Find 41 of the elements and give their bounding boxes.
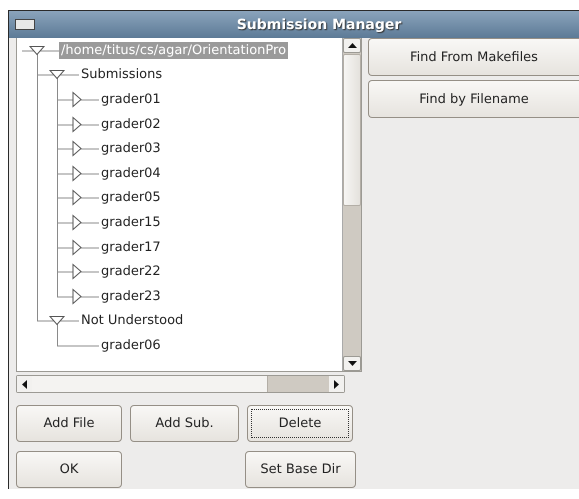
ok-button[interactable]: OK <box>16 451 122 488</box>
expander-icon[interactable] <box>28 46 46 56</box>
tree-item[interactable]: grader04 <box>99 164 163 182</box>
tree-item[interactable]: grader03 <box>99 140 163 158</box>
action-button[interactable]: Add File <box>16 405 122 442</box>
action-button[interactable]: Delete <box>247 405 353 442</box>
expander-icon[interactable] <box>72 116 82 132</box>
find-button[interactable]: Find by Filename <box>368 80 579 118</box>
expander-icon[interactable] <box>72 165 82 182</box>
expander-icon[interactable] <box>72 288 82 304</box>
tree-item[interactable]: grader06 <box>99 336 163 354</box>
expander-icon[interactable] <box>72 190 82 206</box>
find-button[interactable]: Find From Makefiles <box>368 38 579 76</box>
tree-item[interactable]: grader22 <box>99 263 163 280</box>
tree-item[interactable]: grader17 <box>99 238 163 256</box>
scroll-up-icon[interactable] <box>348 43 356 48</box>
expander-icon[interactable] <box>72 238 82 256</box>
window-menu-icon[interactable] <box>15 19 35 30</box>
scroll-right-icon[interactable] <box>334 380 339 388</box>
expander-icon[interactable] <box>72 140 82 157</box>
set-base-dir-button[interactable]: Set Base Dir <box>245 451 356 488</box>
expander-icon[interactable] <box>72 214 82 231</box>
scrollbar-thumb[interactable] <box>32 376 268 392</box>
tree-item[interactable]: grader05 <box>99 189 163 206</box>
expander-icon[interactable] <box>72 91 82 108</box>
tree-item[interactable]: grader01 <box>99 90 163 108</box>
tree-item[interactable]: grader15 <box>99 214 163 231</box>
tree-item[interactable]: grader23 <box>99 288 163 305</box>
action-button[interactable]: Add Sub. <box>130 405 239 442</box>
tree-item[interactable]: grader02 <box>99 116 163 133</box>
expander-icon[interactable] <box>48 316 66 326</box>
window-title: Submission Manager <box>236 16 402 32</box>
vertical-scrollbar[interactable] <box>342 38 361 371</box>
expander-icon[interactable] <box>72 264 82 280</box>
tree-item[interactable]: Not Understood <box>79 312 186 330</box>
horizontal-scrollbar[interactable] <box>16 375 345 393</box>
tree-item[interactable]: Submissions <box>79 66 164 84</box>
scroll-down-icon[interactable] <box>348 361 356 366</box>
scroll-left-icon[interactable] <box>22 380 27 388</box>
expander-icon[interactable] <box>48 70 66 80</box>
scrollbar-thumb[interactable] <box>343 54 361 206</box>
